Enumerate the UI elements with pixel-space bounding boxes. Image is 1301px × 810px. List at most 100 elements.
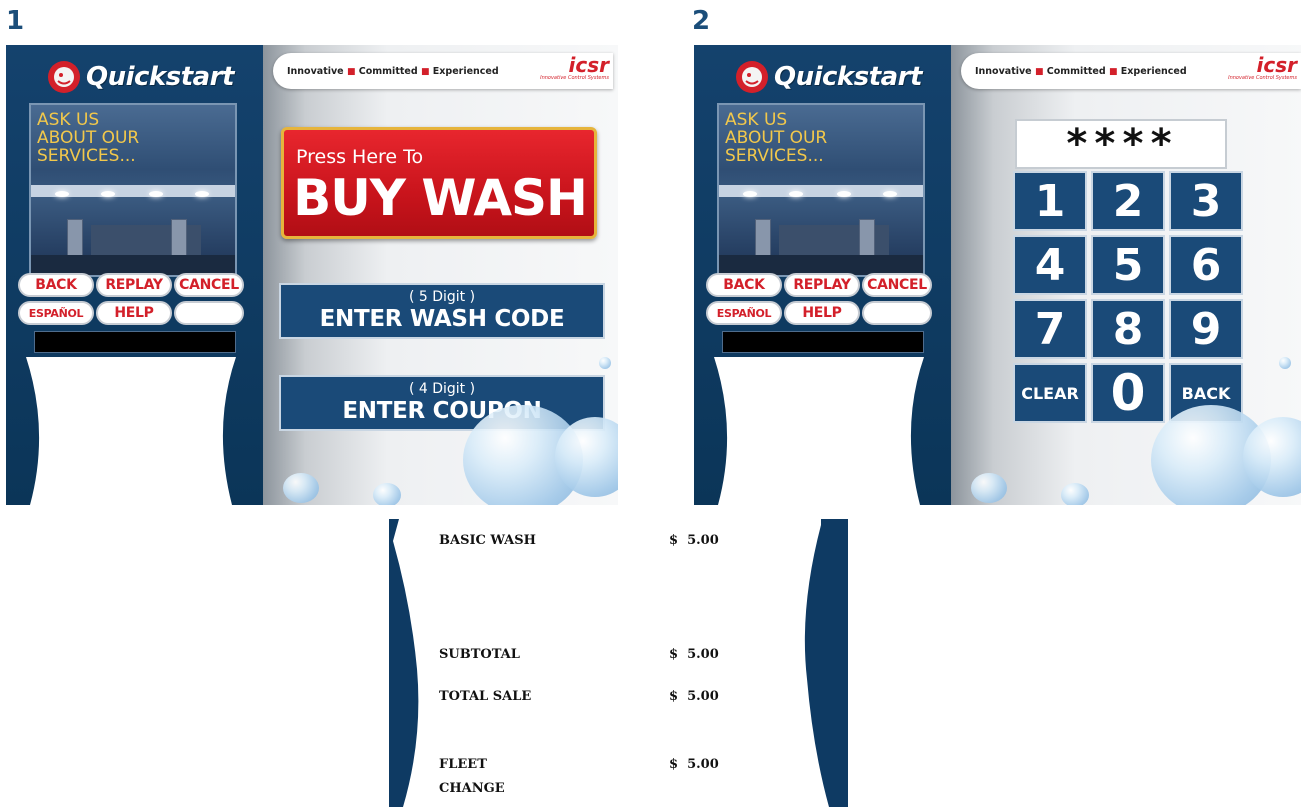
numeric-keypad: 1 2 3 4 5 6 7 8 9 CLEAR 0 BACK (1013, 171, 1245, 427)
ground (31, 255, 235, 275)
tagline: Innovative ■ Committed ■ Experienced (975, 66, 1187, 77)
fuel-pump-graphic (171, 219, 187, 257)
canopy-light (101, 191, 115, 197)
lion-icon (48, 61, 80, 93)
kiosk-screen-keypad: Quickstart ASK US ABOUT OUR SERVICES... … (694, 45, 1301, 505)
step-number-1: 1 (6, 6, 25, 36)
blank-button[interactable] (862, 301, 932, 325)
promo-photo: ASK US ABOUT OUR SERVICES... (717, 103, 925, 277)
tagline-word: Committed (1046, 65, 1106, 77)
buy-wash-label: BUY WASH (293, 169, 588, 227)
pin-display: **** (1015, 119, 1227, 169)
key-9[interactable]: 9 (1169, 299, 1243, 359)
tagline: Innovative ■ Committed ■ Experienced (287, 66, 499, 77)
ics-subtitle: Innovative Control Systems (540, 75, 609, 81)
ics-logo: icsr (1256, 53, 1297, 77)
bubble-graphic (283, 473, 319, 503)
promo-line: ASK US (725, 110, 788, 130)
receipt-amount: $ 5.00 (669, 647, 719, 662)
canopy-light (883, 191, 897, 197)
ics-logo: icsr (568, 53, 609, 77)
fuel-pump-graphic (755, 219, 771, 257)
help-button[interactable]: HELP (96, 301, 172, 325)
logo-text: Quickstart (86, 62, 234, 92)
logo-text: Quickstart (774, 62, 922, 92)
tagline-word: Committed (358, 65, 418, 77)
message-bar (722, 331, 924, 353)
buy-wash-button[interactable]: Press Here To BUY WASH (281, 127, 597, 239)
cancel-button[interactable]: CANCEL (862, 273, 932, 297)
tagline-word: Experienced (432, 65, 499, 77)
step-number-2: 2 (692, 6, 711, 36)
fuel-pump-graphic (67, 219, 83, 257)
promo-line: ABOUT OUR (37, 128, 140, 148)
espanol-button[interactable]: ESPAÑOL (706, 301, 782, 325)
canopy-light (837, 191, 851, 197)
kiosk-main-area: Innovative ■ Committed ■ Experienced ics… (951, 45, 1301, 505)
promo-line: ABOUT OUR (725, 128, 828, 148)
kiosk-main-area: Innovative ■ Committed ■ Experienced ics… (263, 45, 618, 505)
receipt-amount: $ 5.00 (669, 533, 719, 548)
key-7[interactable]: 7 (1013, 299, 1087, 359)
bullet-icon: ■ (1034, 66, 1044, 77)
back-button[interactable]: BACK (706, 273, 782, 297)
tagline-word: Innovative (287, 65, 344, 77)
bullet-icon: ■ (346, 66, 356, 77)
coupon-digits: ( 4 Digit ) (408, 381, 476, 397)
promo-photo: ASK US ABOUT OUR SERVICES... (29, 103, 237, 277)
quickstart-logo: Quickstart (734, 55, 922, 99)
canopy-light (743, 191, 757, 197)
tagline-word: Innovative (975, 65, 1032, 77)
help-button[interactable]: HELP (784, 301, 860, 325)
cancel-button[interactable]: CANCEL (174, 273, 244, 297)
replay-button[interactable]: REPLAY (784, 273, 860, 297)
tagline-bar: Innovative ■ Committed ■ Experienced ics… (273, 53, 613, 89)
promo-text: ASK US ABOUT OUR SERVICES... (725, 111, 827, 165)
tagline-word: Experienced (1120, 65, 1187, 77)
key-6[interactable]: 6 (1169, 235, 1243, 295)
canopy-light (195, 191, 209, 197)
bubble-graphic (971, 473, 1007, 503)
wash-code-digits: ( 5 Digit ) (408, 289, 476, 305)
receipt-label: CHANGE (439, 781, 505, 796)
bullet-icon: ■ (420, 66, 430, 77)
bullet-icon: ■ (1108, 66, 1118, 77)
canopy-light (55, 191, 69, 197)
key-4[interactable]: 4 (1013, 235, 1087, 295)
receipt-preview (26, 357, 236, 505)
bubble-graphic (1279, 357, 1291, 369)
ics-subtitle: Innovative Control Systems (1228, 75, 1297, 81)
lion-icon (736, 61, 768, 93)
key-8[interactable]: 8 (1091, 299, 1165, 359)
espanol-button[interactable]: ESPAÑOL (18, 301, 94, 325)
receipt-panel: BASIC WASH $ 5.00 SUBTOTAL $ 5.00 TOTAL … (389, 519, 848, 807)
key-2[interactable]: 2 (1091, 171, 1165, 231)
fuel-pump-graphic (859, 219, 875, 257)
canopy-light (789, 191, 803, 197)
bubble-graphic (1061, 483, 1089, 505)
key-clear[interactable]: CLEAR (1013, 363, 1087, 423)
key-1[interactable]: 1 (1013, 171, 1087, 231)
replay-button[interactable]: REPLAY (96, 273, 172, 297)
receipt-label: FLEET (439, 757, 487, 772)
key-0[interactable]: 0 (1091, 363, 1165, 423)
bubble-graphic (599, 357, 611, 369)
wash-code-label: ENTER WASH CODE (319, 306, 565, 332)
receipt-amount: $ 5.00 (669, 689, 719, 704)
kiosk-sidebar: Quickstart ASK US ABOUT OUR SERVICES... … (694, 45, 951, 505)
key-5[interactable]: 5 (1091, 235, 1165, 295)
promo-line: ASK US (37, 110, 100, 130)
back-button[interactable]: BACK (18, 273, 94, 297)
promo-text: ASK US ABOUT OUR SERVICES... (37, 111, 139, 165)
enter-wash-code-button[interactable]: ( 5 Digit ) ENTER WASH CODE (279, 283, 605, 339)
blank-button[interactable] (174, 301, 244, 325)
ground (719, 255, 923, 275)
key-3[interactable]: 3 (1169, 171, 1243, 231)
canopy-light (149, 191, 163, 197)
quickstart-logo: Quickstart (46, 55, 234, 99)
kiosk-sidebar: Quickstart ASK US ABOUT OUR SERVICES... … (6, 45, 263, 505)
receipt-label: BASIC WASH (439, 533, 536, 548)
message-bar (34, 331, 236, 353)
receipt-label: TOTAL SALE (439, 689, 532, 704)
kiosk-screen-main-menu: Quickstart ASK US ABOUT OUR SERVICES... … (6, 45, 618, 505)
